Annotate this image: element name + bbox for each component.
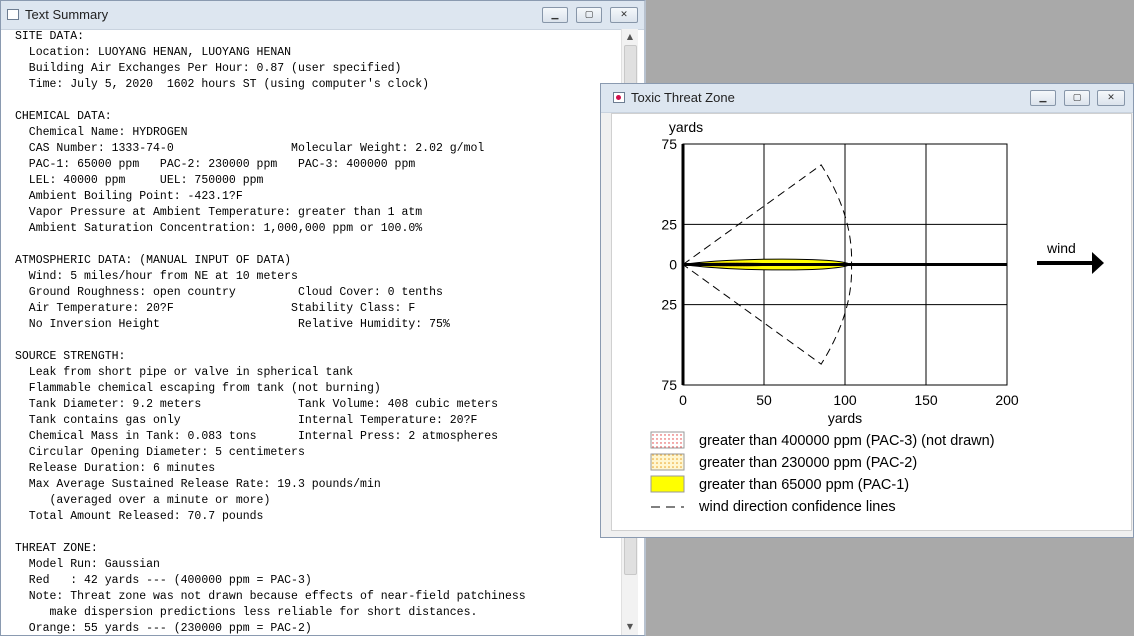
- summary-line: Vapor Pressure at Ambient Temperature: g…: [15, 206, 423, 219]
- summary-line: Ground Roughness: open country Cloud Cov…: [15, 286, 443, 299]
- summary-line: Ambient Boiling Point: -423.1?F: [15, 190, 243, 203]
- summary-line: Leak from short pipe or valve in spheric…: [15, 366, 354, 379]
- y-tick-label: 0: [669, 257, 677, 273]
- summary-line: [15, 333, 623, 349]
- summary-line: Max Average Sustained Release Rate: 19.3…: [15, 478, 381, 491]
- window-title: Toxic Threat Zone: [631, 90, 735, 105]
- threat-zone-window: Toxic Threat Zone ▁ ▢ ✕ 0 50 100 150 200 75 25…: [600, 83, 1134, 538]
- y-axis-label: yards: [669, 119, 703, 135]
- summary-line: make dispersion predictions less reliabl…: [15, 606, 478, 619]
- x-tick-label: 150: [914, 392, 938, 408]
- summary-line: Chemical Name: HYDROGEN: [15, 126, 188, 139]
- summary-line: No Inversion Height Relative Humidity: 7…: [15, 318, 450, 331]
- summary-line: CAS Number: 1333-74-0 Molecular Weight: …: [15, 142, 485, 155]
- summary-line: [15, 93, 623, 109]
- summary-line: PAC-1: 65000 ppm PAC-2: 230000 ppm PAC-3…: [15, 158, 416, 171]
- legend-swatch: [650, 475, 685, 493]
- close-button[interactable]: ✕: [610, 7, 638, 23]
- plot-area: 0 50 100 150 200 75 25 0 25 75 yards yards wind gre…: [611, 113, 1132, 531]
- summary-line: LEL: 40000 ppm UEL: 750000 ppm: [15, 174, 264, 187]
- summary-line: Tank Diameter: 9.2 meters Tank Volume: 4…: [15, 398, 499, 411]
- legend-label: greater than 230000 ppm (PAC-2): [699, 455, 917, 471]
- scroll-down-icon[interactable]: ▼: [622, 619, 638, 635]
- y-tick-label: 75: [661, 136, 677, 152]
- summary-line: Orange: 55 yards --- (230000 ppm = PAC-2…: [15, 622, 312, 635]
- y-tick-label: 75: [661, 377, 677, 393]
- text-summary-titlebar[interactable]: Text Summary ▁ ▢ ✕: [1, 1, 644, 30]
- summary-line: Tank contains gas only Internal Temperat…: [15, 414, 478, 427]
- close-button[interactable]: ✕: [1097, 90, 1125, 106]
- summary-line: [15, 525, 623, 541]
- x-tick-label: 200: [995, 392, 1019, 408]
- summary-line: Building Air Exchanges Per Hour: 0.87 (u…: [15, 62, 402, 75]
- y-tick-label: 25: [661, 297, 677, 313]
- legend-label: greater than 65000 ppm (PAC-1): [699, 477, 909, 493]
- summary-line: ATMOSPHERIC DATA: (MANUAL INPUT OF DATA): [15, 254, 292, 267]
- summary-line: Flammable chemical escaping from tank (n…: [15, 382, 381, 395]
- summary-line: Time: July 5, 2020 1602 hours ST (using …: [15, 78, 430, 91]
- summary-line: Chemical Mass in Tank: 0.083 tons Intern…: [15, 430, 499, 443]
- summary-line: Red : 42 yards --- (400000 ppm = PAC-3): [15, 574, 312, 587]
- summary-line: Note: Threat zone was not drawn because …: [15, 590, 526, 603]
- x-tick-label: 0: [679, 392, 687, 408]
- summary-text: SITE DATA: Location: LUOYANG HENAN, LUOY…: [15, 29, 623, 635]
- x-tick-label: 100: [833, 392, 857, 408]
- summary-line: Release Duration: 6 minutes: [15, 462, 216, 475]
- maximize-button[interactable]: ▢: [576, 7, 602, 23]
- summary-line: SOURCE STRENGTH:: [15, 350, 126, 363]
- minimize-button[interactable]: ▁: [542, 7, 568, 23]
- window-title: Text Summary: [25, 7, 109, 22]
- threat-zone-chart: 0 50 100 150 200752502575yardsyards wind gre…: [650, 119, 1104, 515]
- minimize-button[interactable]: ▁: [1030, 90, 1056, 106]
- summary-line: Circular Opening Diameter: 5 centimeters: [15, 446, 305, 459]
- wind-label: wind: [1046, 240, 1076, 256]
- summary-line: Ambient Saturation Concentration: 1,000,…: [15, 222, 423, 235]
- scroll-up-icon[interactable]: ▲: [622, 29, 638, 45]
- summary-line: (averaged over a minute or more): [15, 494, 271, 507]
- threat-zone-titlebar[interactable]: Toxic Threat Zone ▁ ▢ ✕: [601, 84, 1133, 113]
- summary-line: Location: LUOYANG HENAN, LUOYANG HENAN: [15, 46, 292, 59]
- summary-line: Total Amount Released: 70.7 pounds: [15, 510, 264, 523]
- legend-swatch: [650, 453, 685, 471]
- y-tick-label: 25: [661, 216, 677, 232]
- legend-label: greater than 400000 ppm (PAC-3) (not dra…: [699, 433, 995, 449]
- summary-line: Air Temperature: 20?F Stability Class: F: [15, 302, 416, 315]
- text-summary-window: Text Summary ▁ ▢ ✕ SITE DATA: Location: …: [0, 0, 646, 636]
- summary-line: THREAT ZONE:: [15, 542, 98, 555]
- x-tick-label: 50: [756, 392, 772, 408]
- summary-line: CHEMICAL DATA:: [15, 110, 112, 123]
- summary-line: Wind: 5 miles/hour from NE at 10 meters: [15, 270, 298, 283]
- summary-line: [15, 237, 623, 253]
- legend-swatch: [650, 431, 685, 449]
- x-axis-label: yards: [828, 410, 862, 426]
- summary-line: Model Run: Gaussian: [15, 558, 160, 571]
- window-icon: [7, 9, 19, 20]
- maximize-button[interactable]: ▢: [1064, 90, 1090, 106]
- legend-label: wind direction confidence lines: [698, 499, 896, 515]
- window-icon: [613, 92, 625, 103]
- summary-line: SITE DATA:: [15, 30, 85, 43]
